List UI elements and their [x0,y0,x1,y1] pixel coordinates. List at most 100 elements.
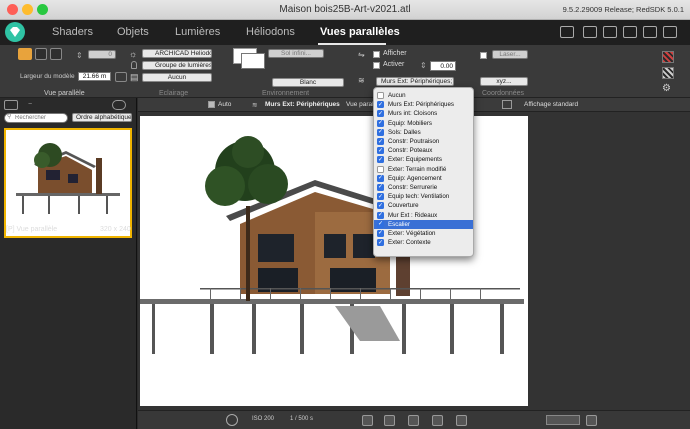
layer-menu-item-label: Sols: Dalles [388,128,421,136]
camera-icon[interactable] [623,26,637,38]
checkbox-unchecked-icon[interactable] [377,165,384,173]
target-icon[interactable] [456,415,467,426]
swap-icon[interactable] [583,26,597,38]
layer-menu-item-label: Exter: Terrain modifié [388,165,447,173]
fit-icon[interactable] [586,415,597,426]
tab-shaders[interactable]: Shaders [52,26,93,38]
layer-menu-item[interactable]: Aucun [374,91,473,100]
slider-track[interactable] [546,415,580,425]
layer-menu-item[interactable]: ✓ Exter: Equipements [374,155,473,164]
add-camera-icon[interactable] [4,100,18,110]
layer-menu-item[interactable]: ✓ Mur Ext : Rideaux [374,210,473,219]
checkbox-checked-icon[interactable]: ✓ [377,220,384,228]
checkbox-checked-icon[interactable]: ✓ [377,183,384,191]
shutter-label[interactable]: 1 / 500 s [290,416,313,422]
checkbox-checked-icon[interactable]: ✓ [377,156,384,164]
value-field[interactable]: 0.00 [430,61,456,71]
checkbox-checked-icon[interactable]: ✓ [377,128,384,136]
search-input[interactable] [4,113,68,123]
afficher-checkbox[interactable] [373,51,380,58]
tab-lumieres[interactable]: Lumières [175,26,220,38]
house-front-icon[interactable] [18,48,32,60]
model-width-field[interactable]: 21.66 m [78,72,111,81]
pattern-icon[interactable] [662,67,674,79]
activer-checkbox[interactable] [373,62,380,69]
camera-alt-icon[interactable] [643,26,657,38]
layer-menu-item[interactable]: ✓ Equip: Agencement [374,174,473,183]
checkbox-checked-icon[interactable]: ✓ [377,239,384,247]
sort-dropdown[interactable]: Ordre alphabétique [72,113,132,122]
record-icon[interactable] [432,415,443,426]
section-eclairage-label: Eclairage [159,90,189,97]
layout-icon[interactable] [663,26,677,38]
layer-menu-item[interactable]: ✓ Constr: Poutraison [374,137,473,146]
app-logo-icon [5,22,25,42]
checkbox-checked-icon[interactable]: ✓ [377,211,384,219]
laser-checkbox[interactable] [480,52,487,59]
layer-menu-item[interactable]: ✓ Murs int: Cloisons [374,109,473,118]
cart-icon[interactable] [560,26,574,38]
checkbox-checked-icon[interactable]: ✓ [377,229,384,237]
background-color-dropdown[interactable]: Blanc [272,78,344,87]
layer-menu-item[interactable]: ✓ Constr: Poteaux [374,146,473,155]
current-layer-label[interactable]: Murs Ext: Périphériques [265,101,340,108]
grid-icon[interactable] [408,415,419,426]
number-field[interactable]: 0 [88,50,116,59]
layer-menu-item[interactable]: ✓ Equip: Mobiliers [374,119,473,128]
layer-menu-item[interactable]: ✓ Exter: Contexte [374,238,473,247]
layers-small-icon: ≋ [252,102,258,109]
layer-menu-item[interactable]: ✓ Couverture [374,201,473,210]
layer-menu-item[interactable]: ✓ Constr: Serrurerie [374,183,473,192]
stepper-icon[interactable]: ⇕ [76,51,83,60]
light-group-dropdown[interactable]: Groupe de lumières [142,61,212,70]
auto-checkbox[interactable] [208,101,215,108]
layer-menu-item[interactable]: ✓ Murs Ext: Périphériques [374,100,473,109]
layers-dropdown[interactable]: Murs Ext: Périphériques; [376,77,454,86]
tab-heliodons[interactable]: Héliodons [246,26,295,38]
checkbox-checked-icon[interactable]: ✓ [377,193,384,201]
vue-label[interactable]: Vue paral [346,101,374,108]
screen-icon[interactable] [603,26,617,38]
checkbox-checked-icon[interactable]: ✓ [377,138,384,146]
aperture-icon[interactable] [226,414,238,426]
model-width-icon[interactable] [115,72,127,82]
tab-vues-paralleles[interactable]: Vues parallèles [320,26,400,38]
layer-menu-item-label: Aucun [388,92,406,100]
checkbox-checked-icon[interactable]: ✓ [377,174,384,182]
redo-icon[interactable] [384,415,395,426]
house-side-icon[interactable] [35,48,47,60]
checker-icon[interactable] [662,51,674,63]
minus-icon[interactable]: − [28,101,32,108]
settings-gear-icon[interactable]: ⚙ [662,83,671,94]
layer-menu-item[interactable]: ✓ Escalier [374,219,473,229]
sun-dropdown[interactable]: ARCHICAD Heliodon [142,49,212,58]
sun-icon: ☼ [129,49,138,59]
eye-icon[interactable] [112,100,126,110]
checkbox-checked-icon[interactable]: ✓ [377,110,384,118]
layer-menu-item[interactable]: ✓ Exter: Végétation [374,229,473,238]
xyz-button[interactable]: xyz... [480,77,528,86]
light-bulb-icon [131,61,137,69]
iso-label[interactable]: ISO 200 [252,416,274,422]
undo-icon[interactable] [362,415,373,426]
checkbox-checked-icon[interactable]: ✓ [377,101,384,109]
tab-objets[interactable]: Objets [117,26,149,38]
environment-swatch-2[interactable] [241,53,265,69]
checkbox-checked-icon[interactable]: ✓ [377,202,384,210]
layer-menu-item[interactable]: ✓ Equip tech: Ventilation [374,192,473,201]
checkbox-checked-icon[interactable]: ✓ [377,147,384,155]
house-perspective-icon[interactable] [50,48,62,60]
infinite-ground-button[interactable]: Sol infini... [268,49,324,58]
layer-menu-item[interactable]: Exter: Terrain modifié [374,165,473,174]
view-thumbnail[interactable] [4,128,132,238]
none-dropdown[interactable]: Aucun [142,73,212,82]
auto-label: Auto [218,101,232,108]
checkbox-unchecked-icon[interactable] [377,92,384,100]
layer-menu-item[interactable]: ✓ Sols: Dalles [374,128,473,137]
value-stepper-icon[interactable]: ⇕ [420,61,427,70]
layer-menu-item-label: Murs int: Cloisons [388,110,438,118]
laser-button[interactable]: Laser... [492,50,528,59]
thumbnail-name: [P] Vue parallèle [6,226,58,233]
display-mode-icon[interactable] [502,100,512,109]
checkbox-checked-icon[interactable]: ✓ [377,119,384,127]
